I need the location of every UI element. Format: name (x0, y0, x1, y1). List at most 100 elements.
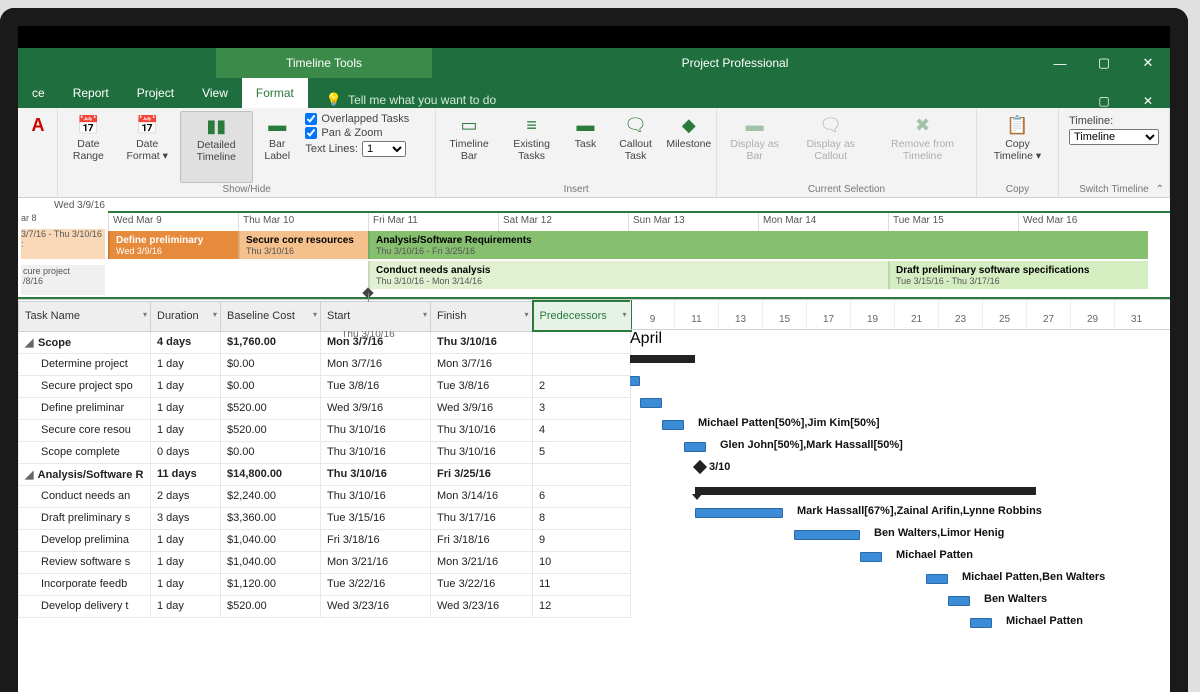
date-range-button[interactable]: 📅 Date Range (62, 111, 115, 183)
gantt-milestone[interactable] (693, 460, 707, 474)
gantt-bar-label: Michael Patten[50%],Jim Kim[50%] (698, 417, 880, 429)
gantt-row: Michael Patten (630, 612, 1170, 634)
window-restore-button[interactable]: ▢ (1082, 48, 1126, 78)
current-selection-group-label: Current Selection (721, 183, 972, 195)
table-row[interactable]: Scope complete0 days$0.00Thu 3/10/16Thu … (19, 441, 631, 463)
copy-timeline-button[interactable]: 📋Copy Timeline ▾ (981, 111, 1054, 183)
copy-icon: 📋 (1003, 113, 1031, 137)
gantt-row: Glen John[50%],Mark Hassall[50%] (630, 436, 1170, 458)
overlapped-tasks-checkbox[interactable]: Overlapped Tasks (305, 113, 427, 125)
gantt-summary-bar[interactable] (630, 355, 695, 363)
ribbon-tab-view[interactable]: View (188, 78, 242, 108)
milestone-button[interactable]: ◆Milestone (666, 111, 712, 183)
gantt-summary-bar[interactable] (695, 487, 1036, 495)
lightbulb-icon: 💡 (326, 92, 342, 108)
gantt-task-bar[interactable] (926, 574, 948, 584)
timeline-select-label: Timeline: (1069, 115, 1159, 129)
gantt-day-tick: 31 (1114, 300, 1158, 329)
gantt-task-bar[interactable] (640, 398, 662, 408)
table-row[interactable]: Define preliminar1 day$520.00Wed 3/9/16W… (19, 397, 631, 419)
table-row[interactable]: Conduct needs an2 days$2,240.00Thu 3/10/… (19, 485, 631, 507)
app-title: Project Professional (432, 48, 1038, 78)
display-as-bar-icon: ▬ (741, 113, 769, 137)
text-lines-select[interactable]: 1 (362, 141, 406, 157)
timeline-bar-draft[interactable]: Draft preliminary software specification… (888, 261, 1148, 289)
timeline-canvas[interactable]: Wed Mar 9Thu Mar 10Fri Mar 11Sat Mar 12S… (108, 211, 1170, 297)
existing-tasks-button[interactable]: ≡Existing Tasks (500, 111, 564, 183)
table-row[interactable]: Develop prelimina1 day$1,040.00Fri 3/18/… (19, 529, 631, 551)
timeline-tick: Thu Mar 10 (238, 213, 368, 231)
gantt-task-bar[interactable] (948, 596, 970, 606)
timeline-tick: Wed Mar 16 (1018, 213, 1148, 231)
grid-header-predecessors[interactable]: Predecessors▾ (533, 301, 631, 331)
table-row[interactable]: ◢ Analysis/Software R11 days$14,800.00Th… (19, 463, 631, 485)
timeline-bar-analysis[interactable]: Analysis/Software Requirements Thu 3/10/… (368, 231, 1148, 259)
gantt-task-bar[interactable] (860, 552, 882, 562)
subwindow-close-button[interactable]: ✕ (1126, 94, 1170, 108)
gantt-chart[interactable]: 91113151719212325272931 April Michael Pa… (630, 300, 1170, 692)
table-row[interactable]: Develop delivery t1 day$520.00Wed 3/23/1… (19, 595, 631, 617)
timeline-tick: Tue Mar 15 (888, 213, 1018, 231)
gantt-task-bar[interactable] (695, 508, 783, 518)
gantt-day-tick: 11 (674, 300, 718, 329)
gantt-row: Michael Patten,Ben Walters (630, 568, 1170, 590)
gantt-day-tick: 21 (894, 300, 938, 329)
table-row[interactable]: Secure core resou1 day$520.00Thu 3/10/16… (19, 419, 631, 441)
gantt-task-bar[interactable] (970, 618, 992, 628)
gantt-row (630, 392, 1170, 414)
gantt-task-bar[interactable] (662, 420, 684, 430)
gantt-bar-label: Michael Patten,Ben Walters (962, 571, 1105, 583)
timeline-tick: Wed Mar 9 (108, 213, 238, 231)
table-row[interactable]: Incorporate feedb1 day$1,120.00Tue 3/22/… (19, 573, 631, 595)
grid-header-finish[interactable]: Finish▾ (431, 301, 533, 331)
detailed-timeline-button[interactable]: ▮▮ Detailed Timeline (180, 111, 253, 183)
ribbon-tab-report[interactable]: Report (59, 78, 123, 108)
window-minimize-button[interactable]: — (1038, 48, 1082, 78)
pan-zoom-checkbox[interactable]: Pan & Zoom (305, 127, 427, 139)
task-grid[interactable]: Task Name▾Duration▾Baseline Cost▾Start▾F… (18, 300, 630, 692)
table-row[interactable]: Draft preliminary s3 days$3,360.00Tue 3/… (19, 507, 631, 529)
gantt-day-tick: 19 (850, 300, 894, 329)
date-format-icon: 📅 (133, 113, 161, 137)
font-color-button[interactable]: A (22, 111, 54, 183)
detailed-timeline-icon: ▮▮ (202, 114, 230, 138)
timeline-left-stub0: ar 8 (21, 213, 105, 223)
text-lines-label: Text Lines: (305, 143, 358, 155)
ribbon-tab-resource-cut[interactable]: ce (18, 78, 59, 108)
grid-header-start[interactable]: Start▾ (321, 301, 431, 331)
callout-task-button[interactable]: 🗨Callout Task (607, 111, 663, 183)
timeline-tick: Fri Mar 11 (368, 213, 498, 231)
timeline-select[interactable]: Timeline (1069, 129, 1159, 145)
gantt-task-bar[interactable] (794, 530, 860, 540)
timeline-start-date: Wed 3/9/16 (18, 198, 1170, 211)
table-row[interactable]: Review software s1 day$1,040.00Mon 3/21/… (19, 551, 631, 573)
timeline-tick: Mon Mar 14 (758, 213, 888, 231)
timeline-tick: Sun Mar 13 (628, 213, 758, 231)
gantt-task-bar[interactable] (684, 442, 706, 452)
timeline-bar-button[interactable]: ▭Timeline Bar (440, 111, 497, 183)
timeline-bar-define-prelim[interactable]: Define preliminary Wed 3/9/16 (108, 231, 238, 259)
gantt-row: 3/10 (630, 458, 1170, 480)
grid-header-duration[interactable]: Duration▾ (151, 301, 221, 331)
table-row[interactable]: Determine project1 day$0.00Mon 3/7/16Mon… (19, 353, 631, 375)
timeline-tick: Sat Mar 12 (498, 213, 628, 231)
collapse-ribbon-icon[interactable]: ⌃ (1156, 184, 1164, 195)
gantt-row: Michael Patten[50%],Jim Kim[50%] (630, 414, 1170, 436)
ribbon-tab-format[interactable]: Format (242, 78, 308, 108)
gantt-row (630, 480, 1170, 502)
subwindow-restore-button[interactable]: ▢ (1082, 94, 1126, 108)
tell-me-search[interactable]: 💡 Tell me what you want to do (326, 92, 496, 108)
timeline-bar-conduct[interactable]: Conduct needs analysis Thu 3/10/16 - Mon… (368, 261, 888, 289)
bar-label-button[interactable]: ▬ Bar Label (255, 111, 299, 183)
timeline-bar-secure-core[interactable]: Secure core resources Thu 3/10/16 (238, 231, 368, 259)
grid-header-baseline-cost[interactable]: Baseline Cost▾ (221, 301, 321, 331)
task-button[interactable]: ▬Task (565, 111, 605, 183)
display-as-callout-icon: 🗨 (817, 113, 845, 137)
gantt-task-bar[interactable] (630, 376, 640, 386)
window-close-button[interactable]: ✕ (1126, 48, 1170, 78)
grid-header-task-name[interactable]: Task Name▾ (19, 301, 151, 331)
table-row[interactable]: Secure project spo1 day$0.00Tue 3/8/16Tu… (19, 375, 631, 397)
date-format-button[interactable]: 📅 Date Format ▾ (117, 111, 178, 183)
remove-icon: ✖ (909, 113, 937, 137)
ribbon-tab-project[interactable]: Project (123, 78, 188, 108)
